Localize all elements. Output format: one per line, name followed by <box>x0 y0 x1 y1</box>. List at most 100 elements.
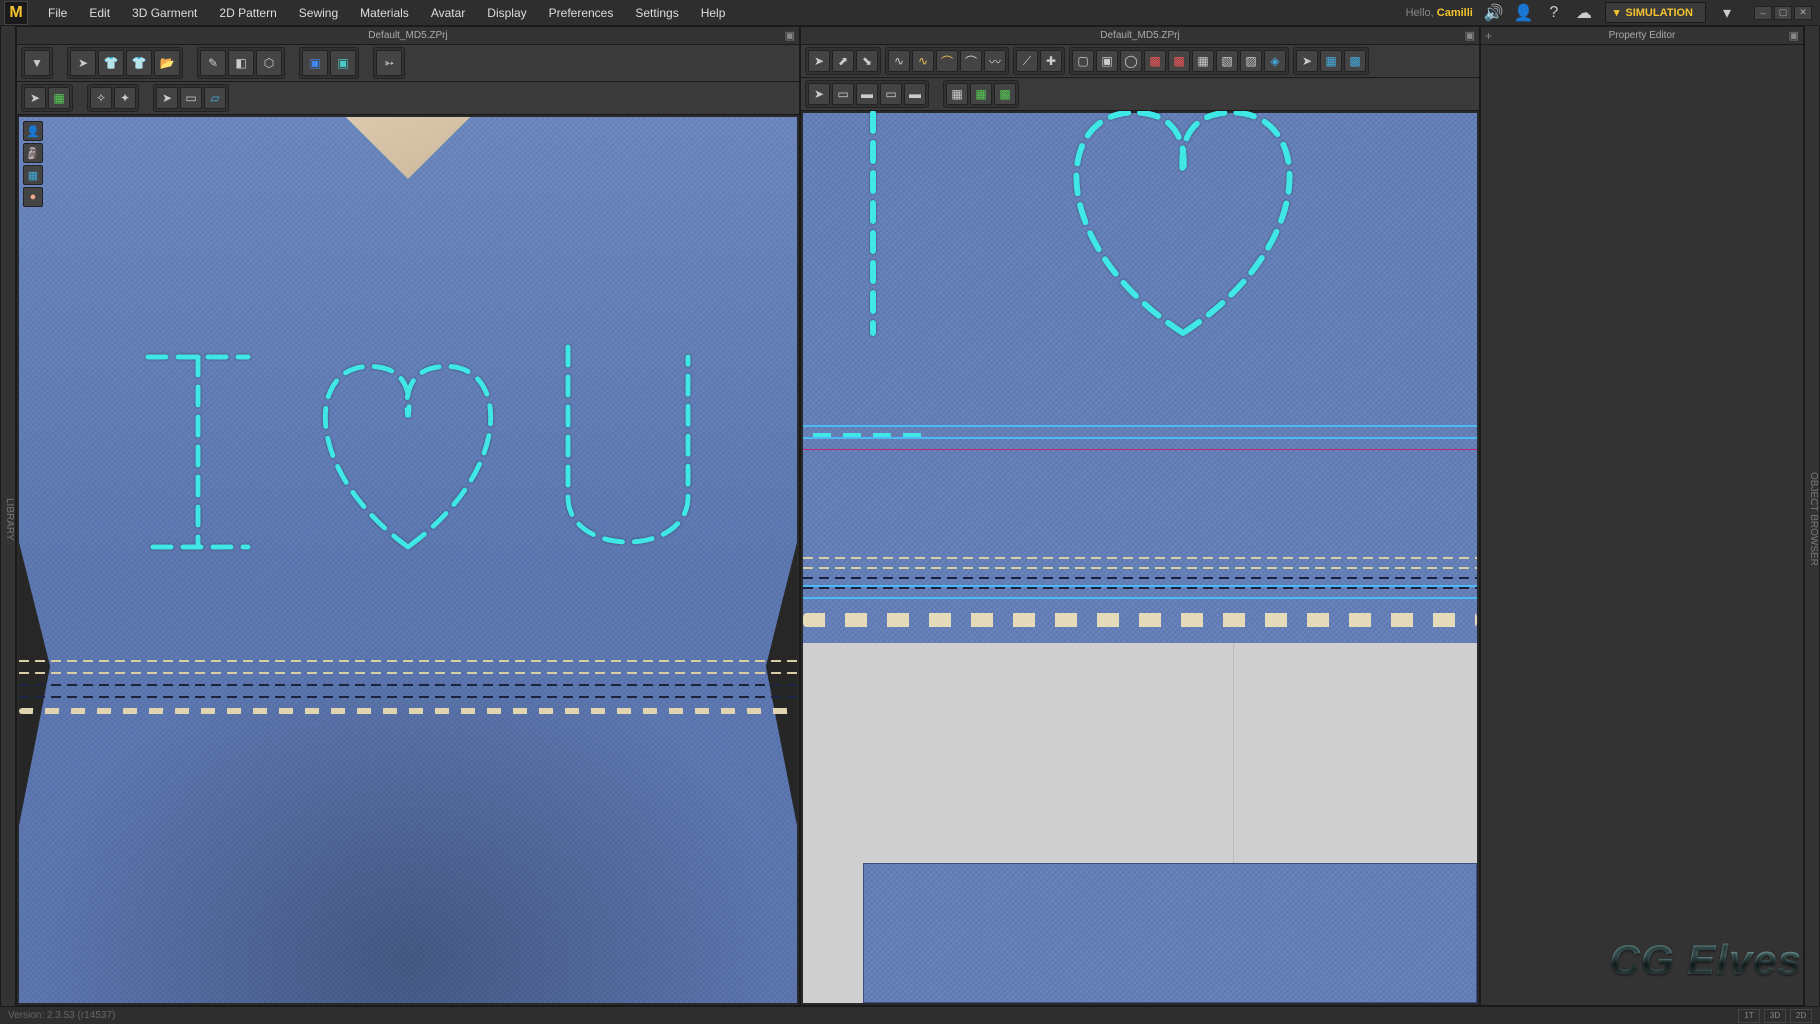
object-browser-tab[interactable]: OBJECT BROWSER <box>1804 26 1820 1006</box>
diamond-icon[interactable]: ◈ <box>1264 50 1286 72</box>
window-minimize-button[interactable]: – <box>1754 6 1772 20</box>
dropdown-icon[interactable]: ▾ <box>1718 4 1736 22</box>
cursor-icon[interactable]: ➤ <box>156 87 178 109</box>
point2-icon[interactable]: ✚ <box>1040 50 1062 72</box>
arrow3-icon[interactable]: ⬊ <box>856 50 878 72</box>
arrow-r-icon[interactable]: ➤ <box>1296 50 1318 72</box>
square-fill-icon[interactable]: ▣ <box>1096 50 1118 72</box>
face-icon[interactable]: ● <box>23 187 43 207</box>
guide-line <box>803 425 1477 427</box>
sound-icon[interactable]: 🔊 <box>1485 4 1503 22</box>
help-icon[interactable]: ? <box>1545 4 1563 22</box>
app-logo: M <box>4 1 28 25</box>
status-btn-2d[interactable]: 2D <box>1790 1009 1812 1023</box>
box-cyan-icon[interactable]: ▣ <box>330 50 356 76</box>
avatar-tool-icon[interactable]: ⬡ <box>256 50 282 76</box>
grid-line <box>1233 643 1234 863</box>
pattern-big-stitch <box>803 613 1477 627</box>
menu-sewing[interactable]: Sewing <box>289 2 348 24</box>
panel-property: + Property Editor ▣ <box>1480 26 1804 1006</box>
circle-icon[interactable]: ◯ <box>1120 50 1142 72</box>
community-icon[interactable]: ☁ <box>1575 4 1593 22</box>
guide-line-magenta <box>803 449 1477 450</box>
viewport-2d[interactable] <box>801 111 1479 1005</box>
status-btn-3d[interactable]: 3D <box>1764 1009 1786 1023</box>
user-icon[interactable]: 👤 <box>1515 4 1533 22</box>
seam3-icon[interactable]: ▭ <box>880 83 902 105</box>
sel2-icon[interactable]: ➤ <box>808 83 830 105</box>
tex1-icon[interactable]: ▦ <box>1320 50 1342 72</box>
menu-3d-garment[interactable]: 3D Garment <box>122 2 207 24</box>
pattern-stitch-heart <box>823 111 1463 403</box>
pattern-piece-bottom <box>863 863 1477 1003</box>
folder-open-icon[interactable]: 📂 <box>154 50 180 76</box>
point-icon[interactable]: ⟋ <box>1016 50 1038 72</box>
curve2-icon[interactable]: ∿ <box>912 50 934 72</box>
panel-prop-menu-icon[interactable]: ▣ <box>1789 29 1799 42</box>
menu-preferences[interactable]: Preferences <box>539 2 624 24</box>
pattern3-icon[interactable]: ▦ <box>1192 50 1214 72</box>
pattern4-icon[interactable]: ▧ <box>1216 50 1238 72</box>
seam1-icon[interactable]: ▭ <box>832 83 854 105</box>
seam2-icon[interactable]: ▬ <box>856 83 878 105</box>
menu-2d-pattern[interactable]: 2D Pattern <box>209 2 286 24</box>
avatar-show-icon[interactable]: 👤 <box>23 121 43 141</box>
texture-icon[interactable]: ▦ <box>23 165 43 185</box>
pattern-piece-top <box>803 113 1477 643</box>
menu-display[interactable]: Display <box>477 2 536 24</box>
menu-file[interactable]: File <box>38 2 77 24</box>
panel-2d-menu-icon[interactable]: ▣ <box>1465 29 1475 42</box>
garment-pink-icon[interactable]: 👕 <box>126 50 152 76</box>
eraser-icon[interactable]: ◧ <box>228 50 254 76</box>
chevron-down-icon: ▾ <box>1614 6 1620 19</box>
menu-edit[interactable]: Edit <box>79 2 120 24</box>
select-icon[interactable]: ➤ <box>24 87 46 109</box>
seam4-icon[interactable]: ▬ <box>904 83 926 105</box>
grid-a-icon[interactable]: ▦ <box>946 83 968 105</box>
pattern2-icon[interactable]: ▩ <box>1168 50 1190 72</box>
menu-avatar[interactable]: Avatar <box>421 2 475 24</box>
grid-green-icon[interactable]: ▦ <box>48 87 70 109</box>
panel-3d: Default_MD5.ZPrj ▣ ▼ ➤ 👕 👕 📂 ✎ ◧ ⬡ <box>16 26 800 1006</box>
curve5-icon[interactable]: 〰 <box>984 50 1006 72</box>
grid-b-icon[interactable]: ▦ <box>970 83 992 105</box>
simulation-button[interactable]: ▾ SIMULATION <box>1605 2 1706 23</box>
arrow2-icon[interactable]: ⬈ <box>832 50 854 72</box>
pin-icon[interactable]: ➳ <box>376 50 402 76</box>
guide-line <box>803 585 1477 587</box>
light-icon[interactable]: ✧ <box>90 87 112 109</box>
avatar-head-icon[interactable]: 🗿 <box>23 143 43 163</box>
checker-icon[interactable]: ▨ <box>1240 50 1262 72</box>
square-icon[interactable]: ▢ <box>1072 50 1094 72</box>
toolbar-2d-row2: ➤ ▭ ▬ ▭ ▬ ▦ ▦ ▩ <box>801 78 1479 111</box>
curve-icon[interactable]: ∿ <box>888 50 910 72</box>
garment-green-icon[interactable]: 👕 <box>98 50 124 76</box>
save-icon[interactable]: ▼ <box>24 50 50 76</box>
panel-2d-title: Default_MD5.ZPrj ▣ <box>801 27 1479 45</box>
box-blue-icon[interactable]: ▣ <box>302 50 328 76</box>
sheet-icon[interactable]: ▭ <box>180 87 202 109</box>
panel-3d-menu-icon[interactable]: ▣ <box>785 29 795 42</box>
arrow-icon[interactable]: ➤ <box>808 50 830 72</box>
library-tab[interactable]: LIBRARY <box>0 26 16 1006</box>
status-btn-1t[interactable]: 1T <box>1738 1009 1760 1023</box>
menu-help[interactable]: Help <box>691 2 736 24</box>
curve3-icon[interactable]: ⌒ <box>936 50 958 72</box>
window-maximize-button[interactable]: ▢ <box>1774 6 1792 20</box>
light2-icon[interactable]: ✦ <box>114 87 136 109</box>
pattern1-icon[interactable]: ▩ <box>1144 50 1166 72</box>
arrow-select-icon[interactable]: ➤ <box>70 50 96 76</box>
panel-2d: Default_MD5.ZPrj ▣ ➤ ⬈ ⬊ ∿ ∿ ⌒ ⌒ 〰 ⟋ <box>800 26 1480 1006</box>
menu-materials[interactable]: Materials <box>350 2 419 24</box>
grid-c-icon[interactable]: ▩ <box>994 83 1016 105</box>
toolbar-3d-row1: ▼ ➤ 👕 👕 📂 ✎ ◧ ⬡ ▣ ▣ <box>17 45 799 82</box>
window-close-button[interactable]: ✕ <box>1794 6 1812 20</box>
pen-icon[interactable]: ✎ <box>200 50 226 76</box>
curve4-icon[interactable]: ⌒ <box>960 50 982 72</box>
add-tab-icon[interactable]: + <box>1485 29 1492 43</box>
plane-icon[interactable]: ▱ <box>204 87 226 109</box>
tex2-icon[interactable]: ▩ <box>1344 50 1366 72</box>
viewport-3d[interactable]: 👤 🗿 ▦ ● <box>17 115 799 1005</box>
stitch-text <box>118 337 698 577</box>
menu-settings[interactable]: Settings <box>625 2 688 24</box>
